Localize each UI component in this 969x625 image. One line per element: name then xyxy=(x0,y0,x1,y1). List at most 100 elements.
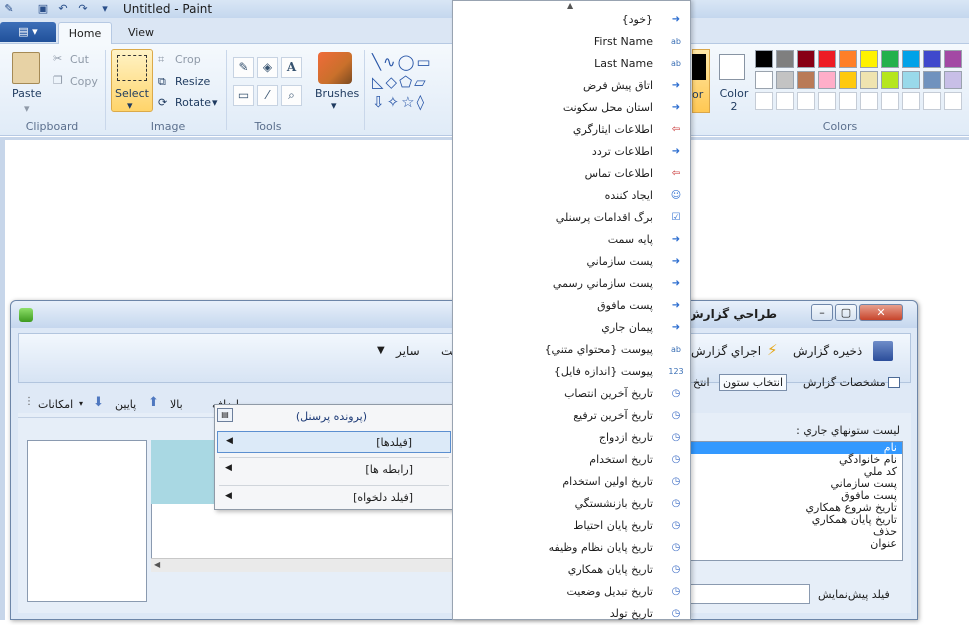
field-list-item[interactable]: برگ اقدامات پرسنلي ☑ xyxy=(453,207,690,229)
field-list-item[interactable]: پيوست {اندازه فايل} 123 xyxy=(453,361,690,383)
save-report-button[interactable]: ذخيره گزارش xyxy=(793,344,862,358)
palette-swatch[interactable] xyxy=(818,50,836,68)
rotate-dropdown-icon[interactable]: ▾ xyxy=(212,96,218,109)
cut-button[interactable]: Cut xyxy=(70,53,89,66)
palette-swatch[interactable] xyxy=(797,71,815,89)
tab-view[interactable]: View xyxy=(116,22,166,44)
options-menu-button[interactable]: امکانات xyxy=(38,398,73,411)
field-list-item[interactable]: {خود} ➜ xyxy=(453,9,690,31)
resize-button[interactable]: Resize xyxy=(175,75,210,88)
field-list-item[interactable]: First Name ab xyxy=(453,31,690,53)
field-list-item[interactable]: تاريخ آخرين ترفيع ◷ xyxy=(453,405,690,427)
custom-color-slot[interactable] xyxy=(755,92,773,110)
field-list-item[interactable]: اطلاعات تماس ⇦ xyxy=(453,163,690,185)
current-columns-list[interactable]: نام نام خانوادگي کد ملي پست سازماني پست مافو… xyxy=(690,441,903,561)
field-list-item[interactable]: اطلاعات ايثارگري ⇦ xyxy=(453,119,690,141)
palette-swatch[interactable] xyxy=(860,71,878,89)
rotate-button[interactable]: Rotate xyxy=(175,96,211,109)
field-list-item[interactable]: پست سازماني رسمي ➜ xyxy=(453,273,690,295)
other-menu-button[interactable]: ساير xyxy=(396,344,420,358)
scroll-left-icon[interactable]: ◀ xyxy=(154,560,160,569)
paint-menu-button[interactable]: ▤ ▾ xyxy=(0,22,56,42)
other-dropdown-icon[interactable]: ▼ xyxy=(377,345,385,356)
custom-color-slot[interactable] xyxy=(797,92,815,110)
brushes-dropdown-icon[interactable]: ▾ xyxy=(331,99,337,112)
field-list-item[interactable]: تاريخ پايان همکاري ◷ xyxy=(453,559,690,581)
field-list-item[interactable]: تاريخ اولين استخدام ◷ xyxy=(453,471,690,493)
copy-button[interactable]: Copy xyxy=(70,75,98,88)
fields-tree-panel[interactable] xyxy=(27,440,147,602)
field-list-item[interactable]: تاريخ ازدواج ◷ xyxy=(453,427,690,449)
field-list-item[interactable]: پيوست {محتواي متني} ab xyxy=(453,339,690,361)
field-list-item[interactable]: ايجاد کننده ☺ xyxy=(453,185,690,207)
palette-swatch[interactable] xyxy=(839,71,857,89)
horizontal-scrollbar[interactable] xyxy=(151,558,453,572)
preview-field-input[interactable] xyxy=(690,584,810,604)
context-item-relations[interactable]: [رابطه ها] ◀ xyxy=(217,459,451,481)
paste-icon[interactable] xyxy=(12,52,40,84)
close-button[interactable]: ✕ xyxy=(859,304,903,321)
palette-swatch[interactable] xyxy=(881,50,899,68)
custom-color-slot[interactable] xyxy=(818,92,836,110)
crop-button[interactable]: Crop xyxy=(175,53,201,66)
paste-dropdown-icon[interactable]: ▾ xyxy=(24,102,30,115)
column-list-item[interactable]: تاريخ پايان همکاري xyxy=(691,514,902,526)
palette-swatch[interactable] xyxy=(923,50,941,68)
color-picker-icon[interactable]: ⁄ xyxy=(257,85,278,106)
custom-color-slot[interactable] xyxy=(902,92,920,110)
custom-color-slot[interactable] xyxy=(776,92,794,110)
field-list-item[interactable]: تاريخ پايان احتياط ◷ xyxy=(453,515,690,537)
field-list-item[interactable]: اطلاعات تردد ➜ xyxy=(453,141,690,163)
tab-partial[interactable]: انتخ xyxy=(693,376,710,389)
field-list-item[interactable]: اتاق پيش فرض ➜ xyxy=(453,75,690,97)
palette-swatch[interactable] xyxy=(797,50,815,68)
tab-home[interactable]: Home xyxy=(58,22,112,45)
undo-icon[interactable]: ↶ xyxy=(56,2,70,16)
palette-swatch[interactable] xyxy=(944,50,962,68)
custom-color-slot[interactable] xyxy=(839,92,857,110)
palette-swatch[interactable] xyxy=(755,71,773,89)
eraser-icon[interactable]: ▭ xyxy=(233,85,254,106)
custom-color-slot[interactable] xyxy=(881,92,899,110)
field-list-item[interactable]: تاريخ استخدام ◷ xyxy=(453,449,690,471)
field-list-item[interactable]: پيمان جاري ➜ xyxy=(453,317,690,339)
context-item-fields[interactable]: [فيلدها] ◀ xyxy=(217,431,451,453)
palette-swatch[interactable] xyxy=(902,71,920,89)
options-dropdown-icon[interactable]: ▾ xyxy=(79,399,83,408)
brushes-button[interactable]: Brushes xyxy=(315,87,359,100)
palette-swatch[interactable] xyxy=(776,50,794,68)
save-icon[interactable]: ▣ xyxy=(36,2,50,16)
palette-swatch[interactable] xyxy=(860,50,878,68)
pencil-icon[interactable]: ✎ xyxy=(233,57,254,78)
redo-icon[interactable]: ↷ xyxy=(76,2,90,16)
palette-swatch[interactable] xyxy=(881,71,899,89)
context-item-custom-field[interactable]: [فيلد دلخواه] ◀ xyxy=(217,487,451,509)
move-up-button[interactable]: بالا xyxy=(170,398,183,411)
field-list-item[interactable]: تاريخ بازنشستگي ◷ xyxy=(453,493,690,515)
text-tool-icon[interactable]: A xyxy=(281,57,302,78)
palette-swatch[interactable] xyxy=(944,71,962,89)
custom-color-slot[interactable] xyxy=(923,92,941,110)
maximize-button[interactable]: ▢ xyxy=(835,304,857,321)
shapes-gallery[interactable]: ╲∿◯▭ ◺◇⬠▱ ⇩✧☆◊ xyxy=(372,52,452,112)
palette-swatch[interactable] xyxy=(923,71,941,89)
customize-quick-access-icon[interactable]: ▾ xyxy=(98,2,112,16)
field-list-item[interactable]: تاريخ آخرين انتصاب ◷ xyxy=(453,383,690,405)
column-list-item[interactable]: عنوان xyxy=(691,538,902,550)
field-list-item[interactable]: پايه سمت ➜ xyxy=(453,229,690,251)
field-list-item[interactable]: تاريخ پايان نظام وظيفه ◷ xyxy=(453,537,690,559)
custom-color-slot[interactable] xyxy=(860,92,878,110)
field-list-item[interactable]: تاريخ تبديل وضعيت ◷ xyxy=(453,581,690,603)
field-list-item[interactable]: پست مافوق ➜ xyxy=(453,295,690,317)
move-down-button[interactable]: پايين xyxy=(115,398,136,411)
palette-swatch[interactable] xyxy=(902,50,920,68)
tab-report-specs[interactable]: مشخصات گزارش xyxy=(803,376,886,389)
custom-color-slot[interactable] xyxy=(944,92,962,110)
brushes-icon[interactable] xyxy=(318,52,352,84)
field-list-item[interactable]: تاريخ تولد ◷ xyxy=(453,603,690,625)
palette-swatch[interactable] xyxy=(776,71,794,89)
tab-select-columns[interactable]: انتخاب ستون xyxy=(719,374,788,391)
palette-swatch[interactable] xyxy=(818,71,836,89)
palette-swatch[interactable] xyxy=(755,50,773,68)
minimize-button[interactable]: – xyxy=(811,304,833,321)
